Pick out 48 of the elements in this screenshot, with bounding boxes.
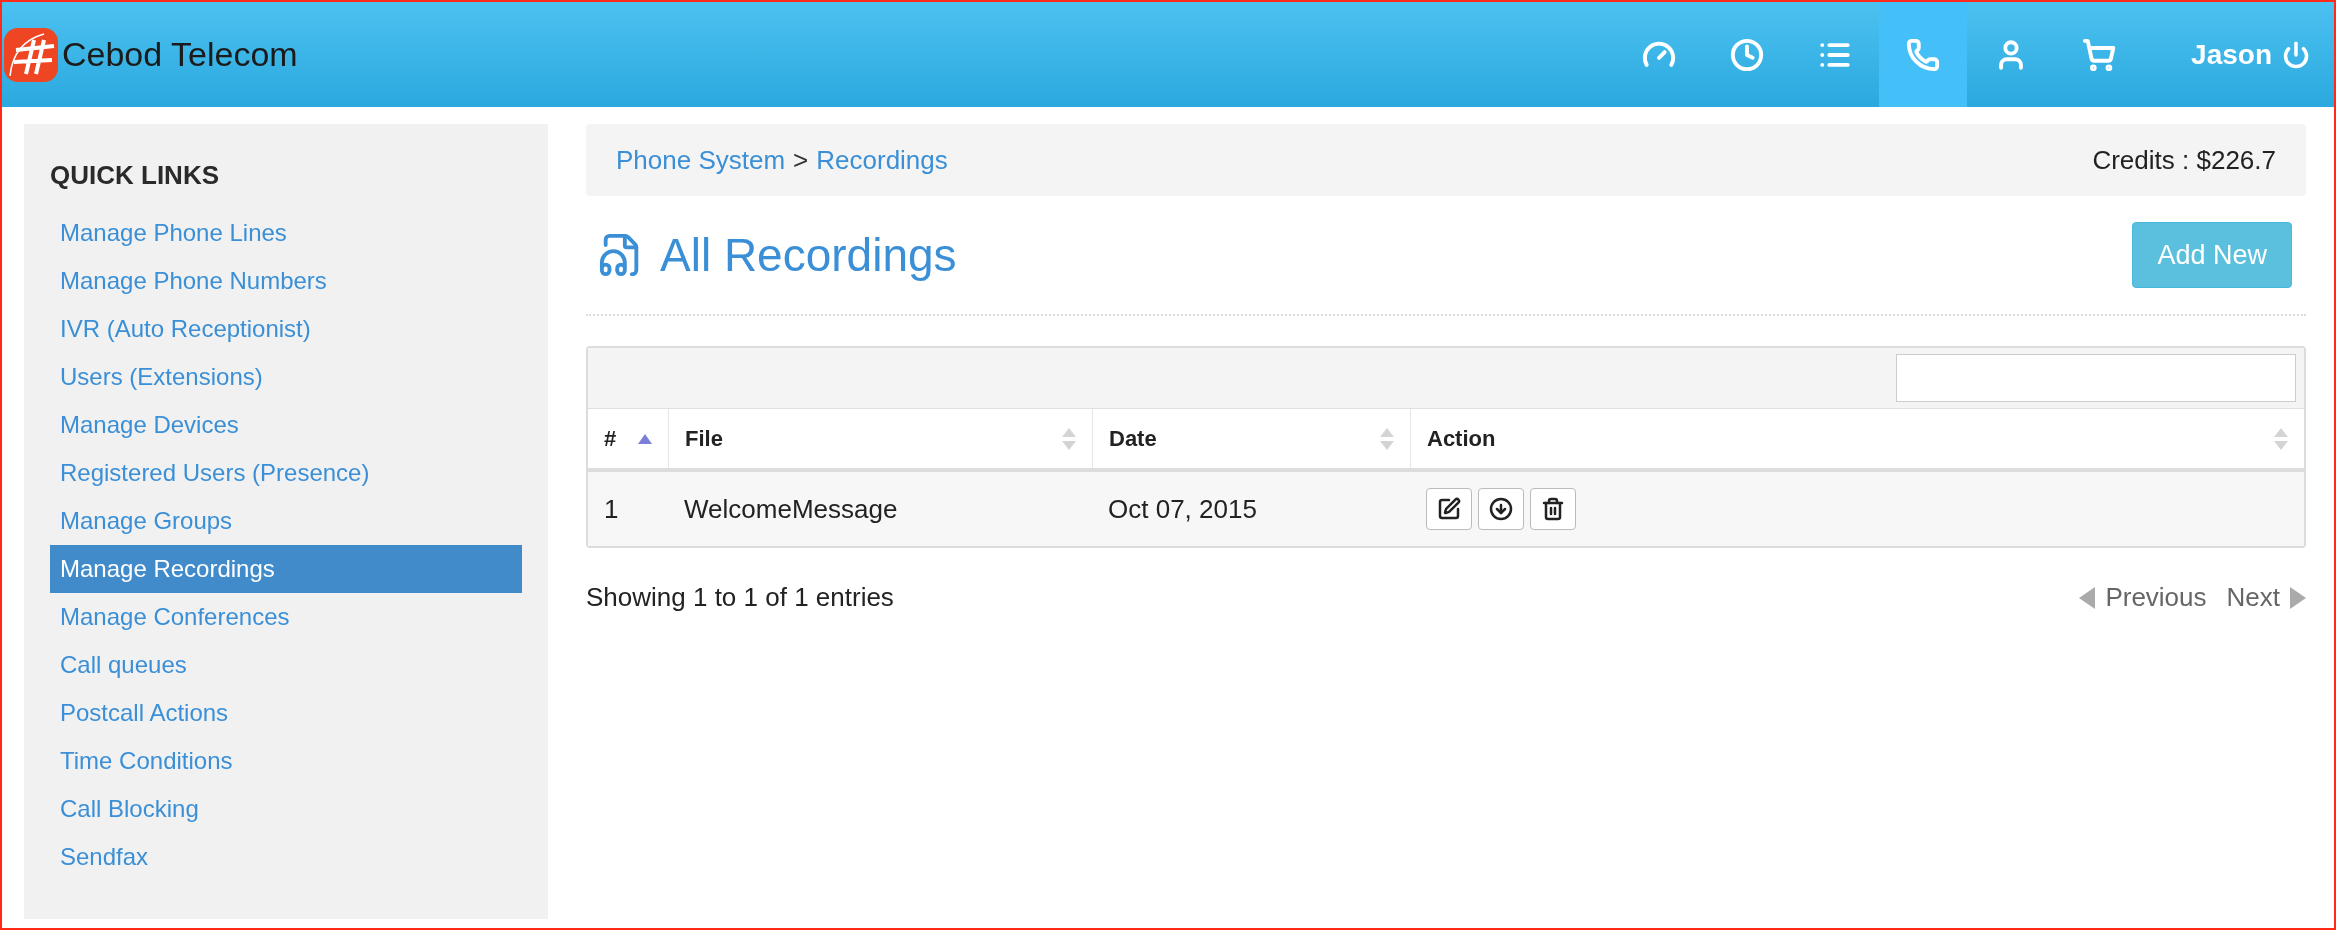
delete-button[interactable] xyxy=(1530,488,1576,530)
right-triangle-icon xyxy=(2290,586,2306,609)
add-new-button[interactable]: Add New xyxy=(2132,222,2292,288)
sidebar-link[interactable]: Manage Conferences xyxy=(50,593,522,641)
credits-text: Credits : $226.7 xyxy=(2092,143,2276,177)
column-header[interactable]: Action xyxy=(1427,422,1496,455)
brand-name: Cebod Telecom xyxy=(62,34,298,75)
sidebar-link[interactable]: Manage Groups xyxy=(50,497,522,545)
sidebar-link[interactable]: Time Conditions xyxy=(50,737,522,785)
sidebar-link[interactable]: Manage Devices xyxy=(50,401,522,449)
breadcrumb-separator: > xyxy=(793,143,809,177)
breadcrumb-link[interactable]: Phone System xyxy=(616,140,786,180)
sidebar-link[interactable]: Call queues xyxy=(50,641,522,689)
sidebar-link[interactable]: Call Blocking xyxy=(50,785,522,833)
logo-icon xyxy=(4,27,58,82)
sidebar-link[interactable]: Registered Users (Presence) xyxy=(50,449,522,497)
sidebar-link[interactable]: Manage Phone Lines xyxy=(50,209,522,257)
breadcrumb-link[interactable]: Recordings xyxy=(816,140,948,180)
table-cell-text: WelcomeMessage xyxy=(684,492,898,526)
nav-tab[interactable] xyxy=(1879,2,1968,107)
column-header[interactable]: # xyxy=(604,422,617,455)
download-button[interactable] xyxy=(1478,488,1524,530)
left-triangle-icon xyxy=(2079,586,2096,609)
edit-button[interactable] xyxy=(1426,488,1472,530)
next-button[interactable]: Next xyxy=(2226,578,2306,617)
page-title: All Recordings xyxy=(660,227,957,283)
column-header[interactable]: Date xyxy=(1109,422,1157,455)
phone-icon xyxy=(1906,37,1941,72)
sidebar-link[interactable]: Sendfax xyxy=(50,833,522,881)
search-field[interactable] xyxy=(1896,354,2296,402)
entries-info: Showing 1 to 1 of 1 entries xyxy=(586,581,894,614)
sidebar-link[interactable]: Postcall Actions xyxy=(50,689,522,737)
column-header[interactable]: File xyxy=(685,422,723,455)
table-cell-text: 1 xyxy=(604,492,619,526)
sidebar-link[interactable]: Manage Phone Numbers xyxy=(50,257,522,305)
clock-icon xyxy=(1730,37,1765,72)
sidebar-link[interactable]: Manage Recordings xyxy=(50,545,522,593)
cart-icon xyxy=(2082,37,2117,72)
power-icon[interactable] xyxy=(2282,40,2310,69)
down-arrow-circle-icon xyxy=(1489,497,1513,521)
table-cell-text: Oct 07, 2015 xyxy=(1108,492,1257,526)
user-name[interactable]: Jason xyxy=(2191,33,2272,76)
sidebar-link[interactable]: Users (Extensions) xyxy=(50,353,522,401)
previous-button[interactable]: Previous xyxy=(2079,578,2207,617)
sidebar-link[interactable]: IVR (Auto Receptionist) xyxy=(50,305,522,353)
pencil-icon xyxy=(1437,497,1461,521)
sidebar-title: QUICK LINKS xyxy=(50,159,220,192)
trash-icon xyxy=(1541,497,1565,521)
